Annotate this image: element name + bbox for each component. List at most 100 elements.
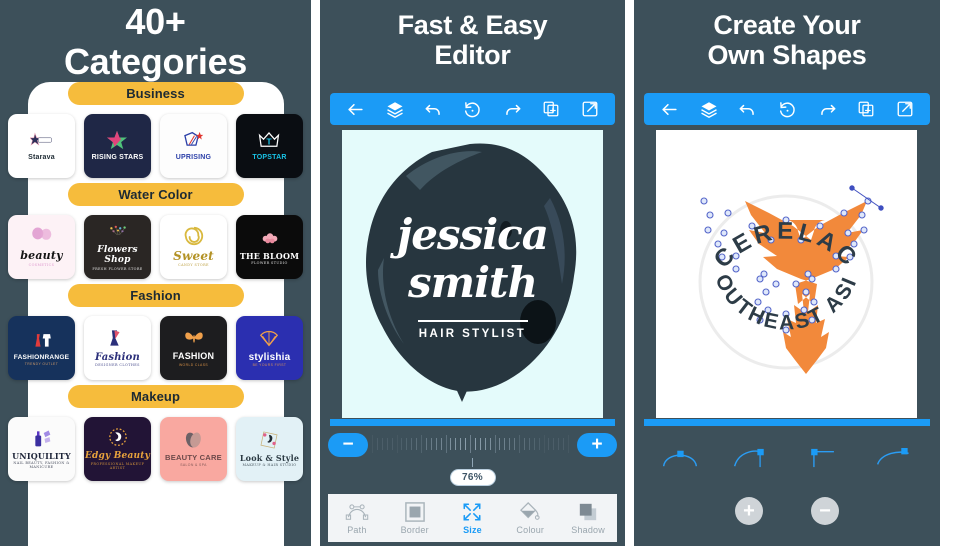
headline-line-1: Create Your (713, 10, 861, 40)
ruler-tick (484, 438, 486, 450)
ruler-tick (519, 435, 521, 453)
shapes-canvas[interactable]: CERELAC SOUTHEAST ASIA (656, 130, 917, 418)
canvas-text-line-1[interactable]: jessica (342, 210, 603, 259)
layers-icon[interactable] (386, 100, 404, 118)
leaf-icon (186, 432, 202, 448)
logo-card[interactable]: T TOPSTAR (236, 114, 303, 178)
logo-card[interactable]: Flowers Shop FRESH FLOWER STORE (84, 215, 151, 279)
ruler-tick (470, 435, 472, 453)
canvas-bottom-strip (330, 419, 615, 426)
layers-icon[interactable] (700, 100, 718, 118)
tab-label: Border (400, 524, 429, 535)
tab-label: Colour (516, 524, 545, 535)
ruler-tick (425, 438, 427, 450)
logo-card-label: BEAUTY CARE SALON & SPA (165, 453, 222, 468)
ruler-tick (489, 438, 491, 450)
tab-border[interactable]: Border (389, 501, 441, 535)
ruler-tick (376, 438, 378, 450)
ruler-tick (504, 438, 506, 450)
ruler-tick (509, 438, 511, 450)
node-asymmetric-icon[interactable] (731, 445, 771, 476)
point-edit-buttons: + − (644, 488, 930, 534)
logo-card-label: Edgy Beauty PROFESSIONAL MAKEUP ARTIST (84, 450, 151, 470)
headline-line-2: Editor (434, 40, 511, 71)
export-icon[interactable] (581, 100, 599, 118)
logo-card[interactable]: Look & Style MAKEUP & HAIR STUDIO (236, 417, 303, 481)
shield-icon (184, 132, 204, 146)
eagle-logo-artwork[interactable]: CERELAC SOUTHEAST ASIA (656, 130, 917, 418)
size-slider[interactable]: − + (328, 432, 617, 458)
tab-size[interactable]: Size (446, 502, 498, 535)
category-list[interactable]: Business Starava RISING STARS UPRISING T… (0, 82, 311, 546)
logo-card[interactable]: UPRISING (160, 114, 227, 178)
size-increase-button[interactable]: + (577, 433, 617, 457)
ruler-tick (455, 438, 457, 450)
panel-shapes: Create Your Own Shapes CERELAC OUTHEAST … (634, 0, 940, 546)
tab-path[interactable]: Path (331, 502, 383, 535)
crown-icon: T (259, 132, 280, 148)
logo-card-label: TOPSTAR (252, 154, 287, 162)
redo-icon[interactable] (503, 100, 522, 119)
editor-canvas[interactable]: jessica smith HAIR STYLIST (342, 130, 603, 418)
export-icon[interactable] (896, 100, 914, 118)
size-decrease-button[interactable]: − (328, 433, 368, 457)
ruler-tick (421, 435, 423, 453)
butterfly-icon (31, 227, 51, 241)
logo-card[interactable]: UNIQUILITY NAIL BEAUTY, FASHION & MANICUR… (8, 417, 75, 481)
star-icon (30, 132, 53, 146)
logo-card[interactable]: Starava (8, 114, 75, 178)
back-arrow-icon[interactable] (660, 100, 679, 119)
back-arrow-icon[interactable] (346, 100, 365, 119)
logo-card[interactable]: THE BLOOM FLOWER STUDIO (236, 215, 303, 279)
node-corner-icon[interactable] (803, 445, 843, 476)
screenshot-gallery: 40+ Categories Business Starava RISING S… (0, 0, 961, 546)
logo-card[interactable]: stylishia BE YOURS FIRST (236, 316, 303, 380)
duplicate-icon[interactable] (542, 100, 560, 118)
canvas-text-line-2[interactable]: smith (342, 258, 603, 307)
undo-icon[interactable] (424, 100, 443, 119)
logo-card[interactable]: Sweet CANDY STORE (160, 215, 227, 279)
duplicate-icon[interactable] (857, 100, 875, 118)
ruler-tick (568, 435, 570, 453)
node-smooth-icon[interactable] (660, 445, 700, 476)
logo-card[interactable]: FASHION WORLD CLASS (160, 316, 227, 380)
logo-card[interactable]: beauty COSMETICS (8, 215, 75, 279)
swirl-icon (184, 226, 203, 245)
redo-icon[interactable] (818, 100, 837, 119)
headline-line-1: Fast & Easy (397, 10, 548, 40)
logo-card[interactable]: RISING STARS (84, 114, 151, 178)
remove-point-icon[interactable]: − (811, 497, 839, 525)
tab-colour[interactable]: Colour (504, 501, 556, 535)
size-value-badge: 76% (449, 469, 496, 486)
logo-card[interactable]: FASHIONRANGE TRENDY OUTLET (8, 316, 75, 380)
reset-icon[interactable] (778, 100, 797, 119)
ruler-tick (543, 435, 545, 453)
tab-label: Size (463, 524, 482, 535)
logo-row-fashion: FASHIONRANGE TRENDY OUTLET Fashion DESIGNE… (0, 316, 311, 380)
ruler-tick (548, 438, 550, 450)
node-mirrored-icon[interactable] (874, 445, 914, 476)
ruler-tick (563, 438, 565, 450)
logo-card[interactable]: Edgy Beauty PROFESSIONAL MAKEUP ARTIST (84, 417, 151, 481)
size-ruler-track[interactable] (372, 433, 573, 457)
tab-shadow[interactable]: Shadow (562, 502, 614, 535)
ruler-tick (396, 435, 398, 453)
reset-icon[interactable] (463, 100, 482, 119)
canvas-tagline[interactable]: HAIR STYLIST (342, 328, 603, 340)
panel-categories-headline: 40+ Categories (0, 0, 311, 83)
logo-card-label: Fashion DESIGNER CLOTHES (94, 351, 141, 368)
ruler-tick (460, 438, 462, 450)
category-pill-business[interactable]: Business (67, 82, 244, 105)
logo-card[interactable]: Fashion DESIGNER CLOTHES (84, 316, 151, 380)
editor-tabbar: Path Border Size Colour Shadow (328, 494, 617, 542)
category-pill-water-color[interactable]: Water Color (67, 183, 244, 206)
category-pill-fashion[interactable]: Fashion (67, 284, 244, 307)
undo-icon[interactable] (738, 100, 757, 119)
star-icon (107, 130, 128, 150)
category-pill-makeup[interactable]: Makeup (67, 385, 244, 408)
ruler-tick (474, 438, 476, 450)
resize-icon (463, 503, 481, 520)
logo-card[interactable]: BEAUTY CARE SALON & SPA (160, 417, 227, 481)
add-point-icon[interactable]: + (735, 497, 763, 525)
ruler-tick (494, 435, 496, 453)
